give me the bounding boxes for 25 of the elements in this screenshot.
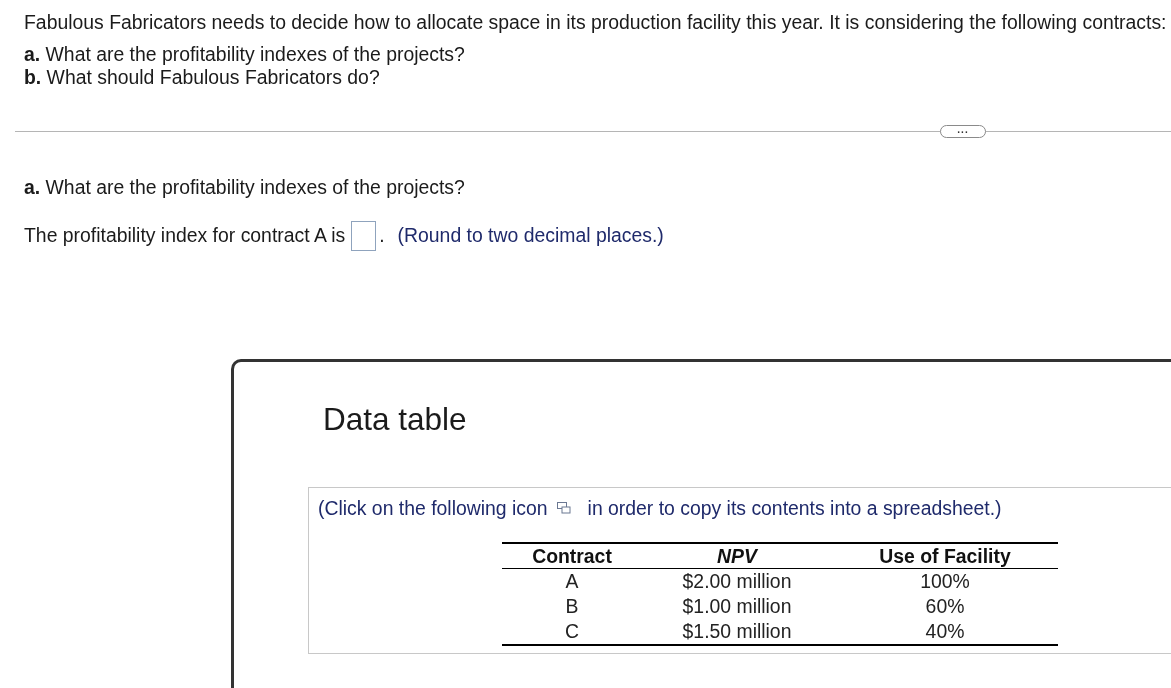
table-cell: 40%	[832, 619, 1058, 645]
table-cell-text: B	[564, 594, 580, 619]
copy-instruction: in order to copy its contents into a spreadsheet.)	[587, 496, 1002, 520]
table-cell-text: $1.00 million	[681, 594, 793, 619]
problem-statement: Fabulous Fabricators needs to decide how to allocate space in its production facility this year. It is considering the following contracts:	[24, 10, 1167, 34]
column-header: Contract	[502, 543, 642, 569]
dialog-title: Data table	[323, 401, 467, 437]
table-cell-text: 60%	[924, 594, 966, 619]
table-cell: $2.00 million	[642, 568, 832, 594]
column-header: NPV	[642, 543, 832, 569]
table-cell: C	[502, 619, 642, 645]
more-button[interactable]: ...	[940, 125, 986, 138]
copy-instruction: (Click on the following icon	[318, 496, 548, 520]
answer-field[interactable]	[351, 221, 377, 251]
table-cell: 100%	[832, 568, 1058, 594]
copy-icon[interactable]	[556, 502, 571, 514]
column-header: Use of Facility	[832, 543, 1058, 569]
table-cell: A	[502, 568, 642, 594]
table-cell: $1.50 million	[642, 619, 832, 645]
rounding-hint: (Round to two decimal places.)	[397, 223, 664, 249]
answer-prompt: The profitability index for contract A is	[24, 223, 346, 249]
question-text: a. What are the profitability indexes of the projects?	[24, 43, 465, 66]
period-text: .	[379, 223, 385, 249]
question-heading: a. What are the profitability indexes of the projects?	[24, 175, 465, 199]
question-text: b. What should Fabulous Fabricators do?	[24, 66, 380, 89]
